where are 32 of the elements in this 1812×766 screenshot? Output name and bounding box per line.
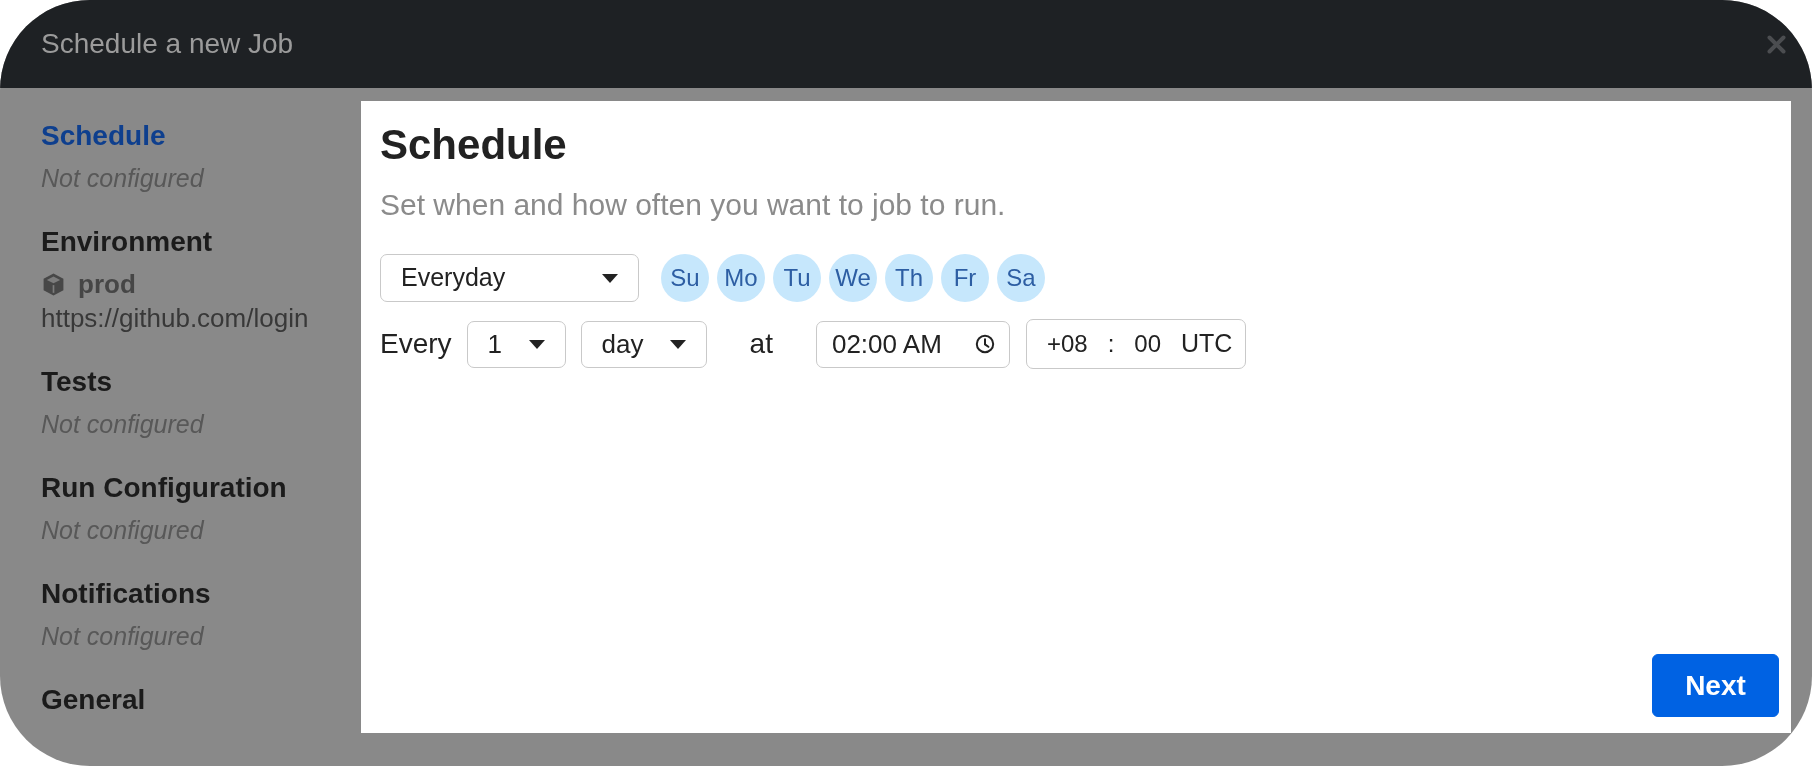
step-title[interactable]: Schedule (41, 119, 166, 153)
time-label: at (749, 327, 773, 361)
step-title[interactable]: General (41, 683, 146, 717)
weekday-toggle[interactable]: We (829, 254, 877, 302)
close-icon[interactable] (1767, 34, 1786, 54)
caret-icon (602, 273, 618, 283)
utc-offset-field[interactable]: +08 : 00 UTC (1025, 319, 1246, 369)
panel-description: Set when and how often you want to job to run. (380, 187, 1006, 223)
caret-icon (528, 339, 545, 349)
step-title[interactable]: Run Configuration (41, 471, 287, 505)
panel-heading: Schedule (380, 120, 567, 170)
environment-name: prod (78, 269, 136, 299)
frequency-select[interactable]: Everyday (380, 254, 639, 302)
step-title[interactable]: Notifications (41, 577, 211, 611)
cube-icon (41, 271, 66, 297)
interval-unit-select[interactable]: day (580, 320, 707, 368)
weekday-toggle[interactable]: Fr (941, 254, 989, 302)
window-title: Schedule a new Job (41, 27, 294, 61)
weekday-toggle[interactable]: Tu (773, 254, 821, 302)
step-title[interactable]: Tests (41, 365, 113, 399)
caret-icon (669, 339, 686, 349)
step-title[interactable]: Environment (41, 225, 213, 259)
weekday-toggle[interactable]: Sa (997, 254, 1045, 302)
weekday-toggle[interactable]: Th (885, 254, 933, 302)
interval-label: Every (380, 327, 452, 361)
weekday-toggle[interactable]: Mo (717, 254, 765, 302)
interval-count-select[interactable]: 1 (466, 320, 566, 368)
weekday-toggle[interactable]: Su (661, 254, 709, 302)
clock-icon (974, 334, 995, 354)
time-field[interactable]: 02:00 AM (815, 320, 1010, 368)
next-button[interactable]: Next (1652, 654, 1779, 717)
environment-url: https://github.com/login (41, 303, 309, 333)
